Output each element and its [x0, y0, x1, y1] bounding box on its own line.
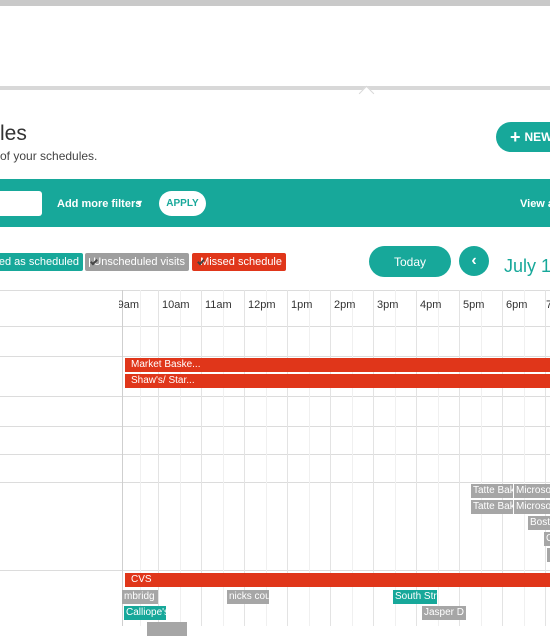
- hour-label: 9am: [119, 299, 139, 311]
- grid-row-line: [0, 454, 550, 455]
- hour-label: 5pm: [463, 299, 484, 311]
- legend-scheduled[interactable]: sited as scheduled: [0, 253, 83, 271]
- today-button[interactable]: Today: [369, 246, 451, 277]
- section-divider: [0, 86, 550, 90]
- search-input[interactable]: [0, 191, 42, 216]
- grid-row-line: [0, 482, 550, 483]
- legend-unscheduled[interactable]: Unscheduled visits: [85, 253, 189, 271]
- unscheduled-visit-chip[interactable]: Tatte Bak: [471, 500, 513, 514]
- hour-label: 3pm: [377, 299, 398, 311]
- unscheduled-visit-chip[interactable]: Tatte Bak: [471, 484, 513, 498]
- header-area: [0, 6, 550, 86]
- schedule-timeline: 9am 10am 11am 12pm 1pm 2pm 3pm 4pm 5pm 6…: [0, 290, 550, 626]
- unscheduled-visit-chip[interactable]: Microso: [514, 500, 550, 514]
- apply-button[interactable]: APPLY: [159, 191, 206, 216]
- unscheduled-visit-chip[interactable]: C: [544, 532, 550, 546]
- caret-down-icon[interactable]: ▼: [135, 198, 144, 208]
- scheduled-visit-chip[interactable]: Calliope's: [124, 606, 166, 620]
- grid-row-line: [0, 326, 550, 327]
- unscheduled-visit-chip[interactable]: mbridg: [122, 590, 158, 604]
- new-schedule-button[interactable]: + NEW: [496, 122, 550, 152]
- hour-label: 2pm: [334, 299, 355, 311]
- legend-missed-label: Missed schedule: [200, 256, 282, 268]
- view-all-link[interactable]: View a: [520, 198, 550, 210]
- hour-label: 1pm: [291, 299, 312, 311]
- legend-unscheduled-label: Unscheduled visits: [93, 256, 185, 268]
- current-month-label: July 1: [504, 256, 550, 277]
- add-more-filters-dropdown[interactable]: Add more filters: [57, 198, 141, 210]
- unscheduled-visit-chip[interactable]: [147, 622, 187, 636]
- grid-row-line: [0, 356, 550, 357]
- unscheduled-visit-chip[interactable]: Jasper D: [422, 606, 466, 620]
- legend-missed[interactable]: Missed schedule: [192, 253, 286, 271]
- hour-label: 4pm: [420, 299, 441, 311]
- new-button-label: NEW: [525, 130, 550, 144]
- hour-label: 11am: [205, 299, 232, 311]
- legend-scheduled-label: sited as scheduled: [0, 256, 79, 268]
- missed-event-bar[interactable]: Market Baske...: [125, 358, 550, 372]
- unscheduled-visit-chip[interactable]: Bost: [528, 516, 550, 530]
- unscheduled-visit-chip[interactable]: Microso: [514, 484, 550, 498]
- unscheduled-visit-chip[interactable]: nicks cou: [227, 590, 269, 604]
- grid-row-line: [0, 426, 550, 427]
- scheduled-visit-chip[interactable]: South Str: [393, 590, 437, 604]
- plus-icon: +: [510, 128, 521, 146]
- grid-row-line: [0, 290, 550, 291]
- grid-column-line: [122, 290, 123, 626]
- chevron-left-icon[interactable]: ‹: [459, 246, 489, 276]
- hour-label: 10am: [162, 299, 190, 311]
- hour-label: 7: [546, 299, 550, 311]
- page-title: les: [0, 122, 27, 146]
- missed-event-bar[interactable]: Shaw's/ Star...: [125, 374, 550, 388]
- filter-bar: Add more filters ▼ APPLY View a: [0, 179, 550, 227]
- grid-row-line: [0, 570, 550, 571]
- grid-row-line: [0, 396, 550, 397]
- missed-event-bar[interactable]: CVS: [125, 573, 550, 587]
- hour-label: 12pm: [248, 299, 276, 311]
- hour-label: 6pm: [506, 299, 527, 311]
- page-subtitle: of your schedules.: [0, 149, 97, 163]
